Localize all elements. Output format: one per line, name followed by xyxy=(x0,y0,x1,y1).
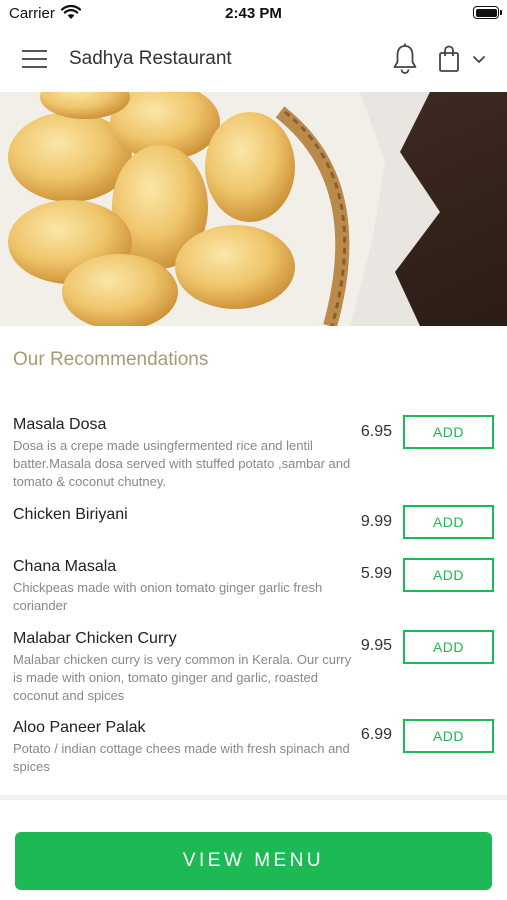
add-button[interactable]: ADD xyxy=(403,505,494,539)
menu-item: Masala Dosa Dosa is a crepe made usingfe… xyxy=(0,415,507,494)
item-price: 6.99 xyxy=(360,726,392,743)
status-bar: Carrier 2:43 PM xyxy=(0,0,507,28)
shopping-bag-icon[interactable] xyxy=(437,44,461,74)
add-button[interactable]: ADD xyxy=(403,558,494,592)
add-button[interactable]: ADD xyxy=(403,719,494,753)
item-name: Aloo Paneer Palak xyxy=(13,719,146,736)
clock: 2:43 PM xyxy=(225,5,282,22)
view-menu-button[interactable]: VIEW MENU xyxy=(15,832,492,890)
item-price: 6.95 xyxy=(360,423,392,440)
item-name: Masala Dosa xyxy=(13,416,107,433)
menu-item: Aloo Paneer Palak Potato / indian cottag… xyxy=(0,719,507,777)
app-header: Sadhya Restaurant xyxy=(0,28,507,92)
item-description: Chickpeas made with onion tomato ginger … xyxy=(13,580,323,613)
add-button[interactable]: ADD xyxy=(403,630,494,664)
item-name: Malabar Chicken Curry xyxy=(13,630,177,647)
item-price: 9.95 xyxy=(360,637,392,654)
item-price: 5.99 xyxy=(360,565,392,582)
item-description: Potato / indian cottage chees made with … xyxy=(13,741,350,774)
menu-item: Chicken Biriyani 9.99 ADD xyxy=(0,505,507,542)
hero-food-image xyxy=(0,92,507,326)
section-title: Our Recommendations xyxy=(13,349,209,370)
item-name: Chana Masala xyxy=(13,558,117,575)
hamburger-menu-icon[interactable] xyxy=(22,47,48,71)
restaurant-title: Sadhya Restaurant xyxy=(69,48,232,69)
add-button[interactable]: ADD xyxy=(403,415,494,449)
menu-item: Chana Masala Chickpeas made with onion t… xyxy=(0,558,507,616)
item-description: Malabar chicken curry is very common in … xyxy=(13,652,352,703)
battery-icon xyxy=(473,6,502,19)
chevron-down-icon[interactable] xyxy=(470,52,488,66)
item-name: Chicken Biriyani xyxy=(13,506,128,523)
item-description: Dosa is a crepe made usingfermented rice… xyxy=(13,438,351,489)
menu-item: Malabar Chicken Curry Malabar chicken cu… xyxy=(0,630,507,706)
item-price: 9.99 xyxy=(360,513,392,530)
bell-icon[interactable] xyxy=(390,42,420,76)
